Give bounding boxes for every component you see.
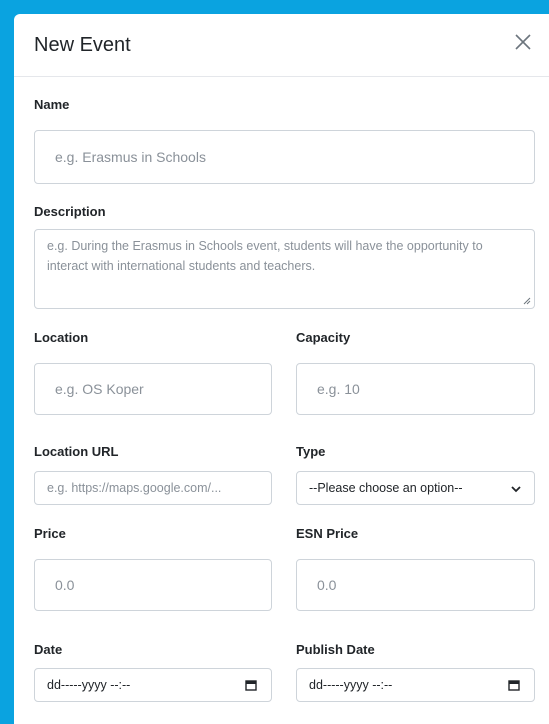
publish-date-label: Publish Date xyxy=(296,642,375,657)
esn-price-placeholder: 0.0 xyxy=(317,577,337,593)
description-label: Description xyxy=(34,204,106,219)
capacity-input[interactable]: e.g. 10 xyxy=(296,363,535,415)
location-url-input[interactable]: e.g. https://maps.google.com/... xyxy=(34,471,272,505)
location-label: Location xyxy=(34,330,89,345)
description-placeholder: e.g. During the Erasmus in Schools event… xyxy=(47,239,483,273)
type-select[interactable]: --Please choose an option-- xyxy=(296,471,535,505)
calendar-icon[interactable] xyxy=(245,679,257,691)
type-label: Type xyxy=(296,444,326,459)
resize-handle-icon[interactable] xyxy=(523,297,531,305)
capacity-placeholder: e.g. 10 xyxy=(317,381,360,397)
modal-title: New Event xyxy=(34,34,131,56)
name-placeholder: e.g. Erasmus in Schools xyxy=(55,149,206,165)
esn-price-input[interactable]: 0.0 xyxy=(296,559,535,611)
publish-date-value: dd-----yyyy --:-- xyxy=(309,678,393,692)
capacity-label: Capacity xyxy=(296,330,351,345)
price-label: Price xyxy=(34,526,66,541)
chevron-down-icon xyxy=(511,486,521,493)
location-url-placeholder: e.g. https://maps.google.com/... xyxy=(47,481,222,495)
type-selected-value: --Please choose an option-- xyxy=(309,481,463,495)
name-input[interactable]: e.g. Erasmus in Schools xyxy=(34,130,535,184)
date-label: Date xyxy=(34,642,63,657)
modal-header: New Event xyxy=(14,14,549,77)
location-placeholder: e.g. OS Koper xyxy=(55,381,144,397)
location-input[interactable]: e.g. OS Koper xyxy=(34,363,272,415)
calendar-icon[interactable] xyxy=(508,679,520,691)
description-textarea[interactable]: e.g. During the Erasmus in Schools event… xyxy=(34,229,535,309)
date-input[interactable]: dd-----yyyy --:-- xyxy=(34,668,272,702)
publish-date-input[interactable]: dd-----yyyy --:-- xyxy=(296,668,535,702)
esn-price-label: ESN Price xyxy=(296,526,359,541)
date-value: dd-----yyyy --:-- xyxy=(47,678,131,692)
new-event-modal: New Event Name e.g. Erasmus in Schools D… xyxy=(14,14,549,724)
price-input[interactable]: 0.0 xyxy=(34,559,272,611)
name-label: Name xyxy=(34,97,70,112)
location-url-label: Location URL xyxy=(34,444,119,459)
price-placeholder: 0.0 xyxy=(55,577,75,593)
close-icon[interactable] xyxy=(513,32,533,52)
